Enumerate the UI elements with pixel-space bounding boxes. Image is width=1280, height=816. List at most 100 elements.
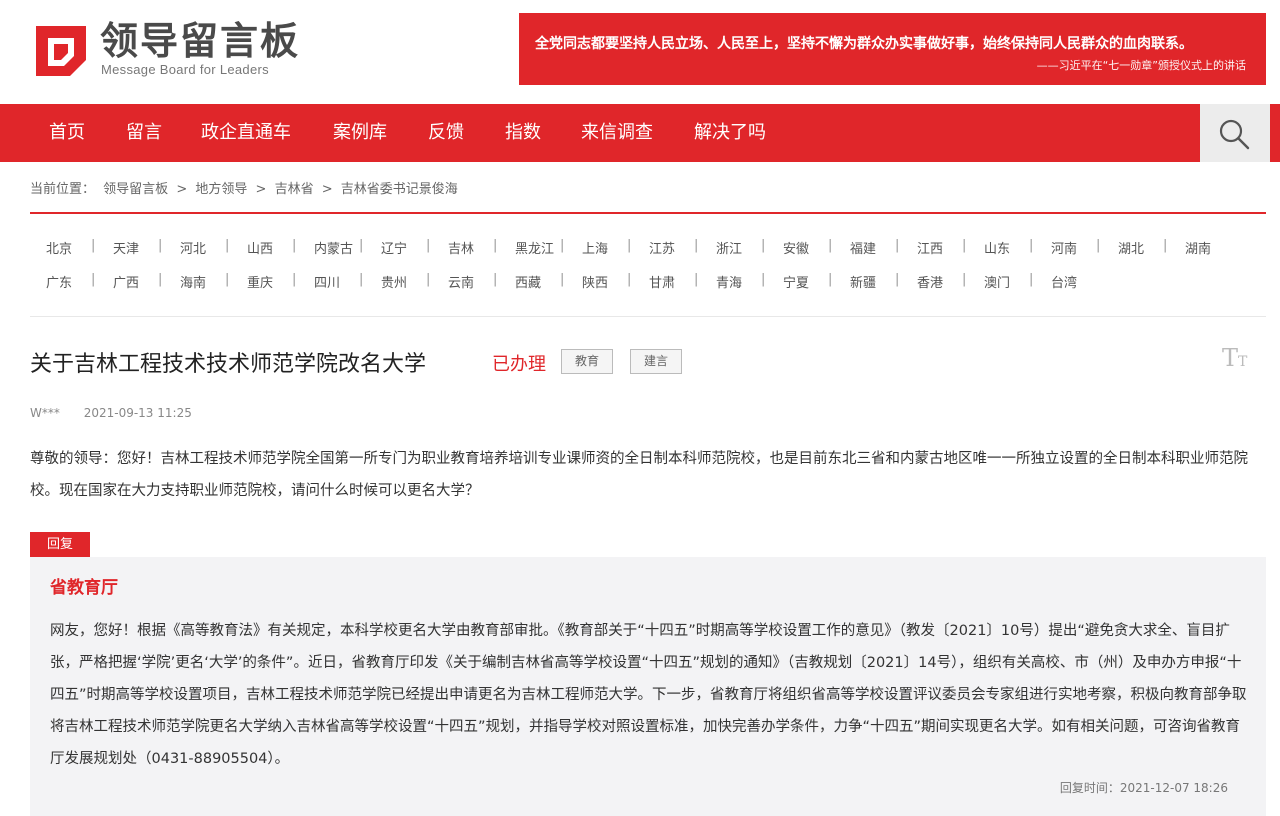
region-separator: | xyxy=(560,238,565,253)
region-link[interactable]: 贵州 xyxy=(381,272,407,291)
region-separator: | xyxy=(91,272,96,287)
region-link[interactable]: 山西 xyxy=(247,238,273,257)
search-button[interactable] xyxy=(1200,104,1270,162)
tag-education[interactable]: 教育 xyxy=(561,349,613,374)
message-content: 尊敬的领导：您好！吉林工程技术师范学院全国第一所专门为职业教育培养培训专业课师资… xyxy=(30,451,1248,499)
region-link[interactable]: 湖南 xyxy=(1185,238,1211,257)
region-link[interactable]: 广西 xyxy=(113,272,139,291)
region-separator: | xyxy=(426,238,431,253)
region-link[interactable]: 内蒙古 xyxy=(314,238,353,257)
site-title[interactable]: 领导留言板 xyxy=(100,18,300,64)
region-separator: | xyxy=(158,272,163,287)
message-title: 关于吉林工程技术技术师范学院改名大学 xyxy=(30,352,427,377)
region-separator: | xyxy=(828,238,833,253)
divider xyxy=(30,212,1266,214)
region-link[interactable]: 江苏 xyxy=(649,238,675,257)
region-link[interactable]: 广东 xyxy=(46,272,72,291)
search-icon xyxy=(1219,119,1250,150)
breadcrumb-link[interactable]: 吉林省 xyxy=(275,182,314,197)
region-separator: | xyxy=(359,238,364,253)
region-link[interactable]: 天津 xyxy=(113,238,139,257)
main-nav: 首页 留言 政企直通车 案例库 反馈 指数 来信调查 解决了吗 xyxy=(0,104,1280,162)
divider xyxy=(30,316,1266,317)
region-link[interactable]: 陕西 xyxy=(582,272,608,291)
region-link[interactable]: 安徽 xyxy=(783,238,809,257)
nav-case-library[interactable]: 案例库 xyxy=(333,104,387,162)
post-date: 2021-09-13 11:25 xyxy=(83,406,192,420)
region-link[interactable]: 福建 xyxy=(850,238,876,257)
nav-home[interactable]: 首页 xyxy=(49,104,85,162)
breadcrumb-link[interactable]: 领导留言板 xyxy=(103,182,168,197)
region-link[interactable]: 澳门 xyxy=(984,272,1010,291)
region-link[interactable]: 上海 xyxy=(582,238,608,257)
region-separator: | xyxy=(426,272,431,287)
header: 领导留言板 Message Board for Leaders 全党同志都要坚持… xyxy=(0,0,1280,104)
region-separator: | xyxy=(694,238,699,253)
banner-sub-text: ——习近平在“七一勋章”颁授仪式上的讲话 xyxy=(1036,59,1246,72)
breadcrumb-separator: > xyxy=(321,182,333,197)
region-separator: | xyxy=(1163,238,1168,253)
region-separator: | xyxy=(1029,238,1034,253)
reply-time: 回复时间：2021-12-07 18:26 xyxy=(1060,779,1228,796)
region-link[interactable]: 云南 xyxy=(448,272,474,291)
region-link[interactable]: 青海 xyxy=(716,272,742,291)
region-separator: | xyxy=(225,238,230,253)
slogan-banner: 全党同志都要坚持人民立场、人民至上，坚持不懈为群众办实事做好事，始终保持同人民群… xyxy=(519,13,1266,85)
region-link[interactable]: 香港 xyxy=(917,272,943,291)
nav-feedback[interactable]: 反馈 xyxy=(428,104,464,162)
breadcrumb-current[interactable]: 吉林省委书记景俊海 xyxy=(341,182,458,197)
region-link[interactable]: 海南 xyxy=(180,272,206,291)
region-link[interactable]: 甘肃 xyxy=(649,272,675,291)
region-link[interactable]: 台湾 xyxy=(1051,272,1077,291)
nav-survey[interactable]: 来信调查 xyxy=(581,104,653,162)
site-subtitle: Message Board for Leaders xyxy=(101,62,269,77)
region-separator: | xyxy=(627,272,632,287)
region-link[interactable]: 宁夏 xyxy=(783,272,809,291)
region-separator: | xyxy=(225,272,230,287)
region-link[interactable]: 浙江 xyxy=(716,238,742,257)
reply-time-value: 2021-12-07 18:26 xyxy=(1119,781,1228,795)
tag-suggestion[interactable]: 建言 xyxy=(630,349,682,374)
region-link[interactable]: 新疆 xyxy=(850,272,876,291)
reply-time-label: 回复时间： xyxy=(1059,781,1120,795)
region-link[interactable]: 四川 xyxy=(314,272,340,291)
region-link[interactable]: 辽宁 xyxy=(381,238,407,257)
reply-box: 省教育厅 网友，您好！根据《高等教育法》有关规定，本科学校更名大学由教育部审批。… xyxy=(30,557,1266,816)
region-separator: | xyxy=(158,238,163,253)
font-size-icon[interactable]: TT xyxy=(1222,344,1247,372)
nav-index[interactable]: 指数 xyxy=(505,104,541,162)
breadcrumb-separator: > xyxy=(255,182,267,197)
region-separator: | xyxy=(895,238,900,253)
reply-org: 省教育厅 xyxy=(50,578,118,598)
message-meta: W*** 2021-09-13 11:25 xyxy=(30,406,192,420)
region-separator: | xyxy=(627,238,632,253)
nav-message[interactable]: 留言 xyxy=(126,104,162,162)
nav-solved[interactable]: 解决了吗 xyxy=(694,104,766,162)
region-link[interactable]: 河南 xyxy=(1051,238,1077,257)
author: W*** xyxy=(30,406,60,420)
region-link[interactable]: 湖北 xyxy=(1118,238,1144,257)
breadcrumb-link[interactable]: 地方领导 xyxy=(195,182,247,197)
region-separator: | xyxy=(895,272,900,287)
breadcrumb-separator: > xyxy=(176,182,188,197)
region-link[interactable]: 江西 xyxy=(917,238,943,257)
status-badge: 已办理 xyxy=(492,354,546,375)
region-link[interactable]: 黑龙江 xyxy=(515,238,554,257)
region-link[interactable]: 河北 xyxy=(180,238,206,257)
region-separator: | xyxy=(292,238,297,253)
region-link[interactable]: 西藏 xyxy=(515,272,541,291)
region-separator: | xyxy=(560,272,565,287)
region-link[interactable]: 北京 xyxy=(46,238,72,257)
region-link[interactable]: 吉林 xyxy=(448,238,474,257)
region-separator: | xyxy=(962,238,967,253)
region-separator: | xyxy=(91,238,96,253)
region-separator: | xyxy=(828,272,833,287)
region-link[interactable]: 重庆 xyxy=(247,272,273,291)
nav-gov-enterprise[interactable]: 政企直通车 xyxy=(201,104,291,162)
logo-icon[interactable] xyxy=(30,20,92,78)
region-separator: | xyxy=(359,272,364,287)
region-separator: | xyxy=(962,272,967,287)
region-link[interactable]: 山东 xyxy=(984,238,1010,257)
region-separator: | xyxy=(493,272,498,287)
region-separator: | xyxy=(761,272,766,287)
